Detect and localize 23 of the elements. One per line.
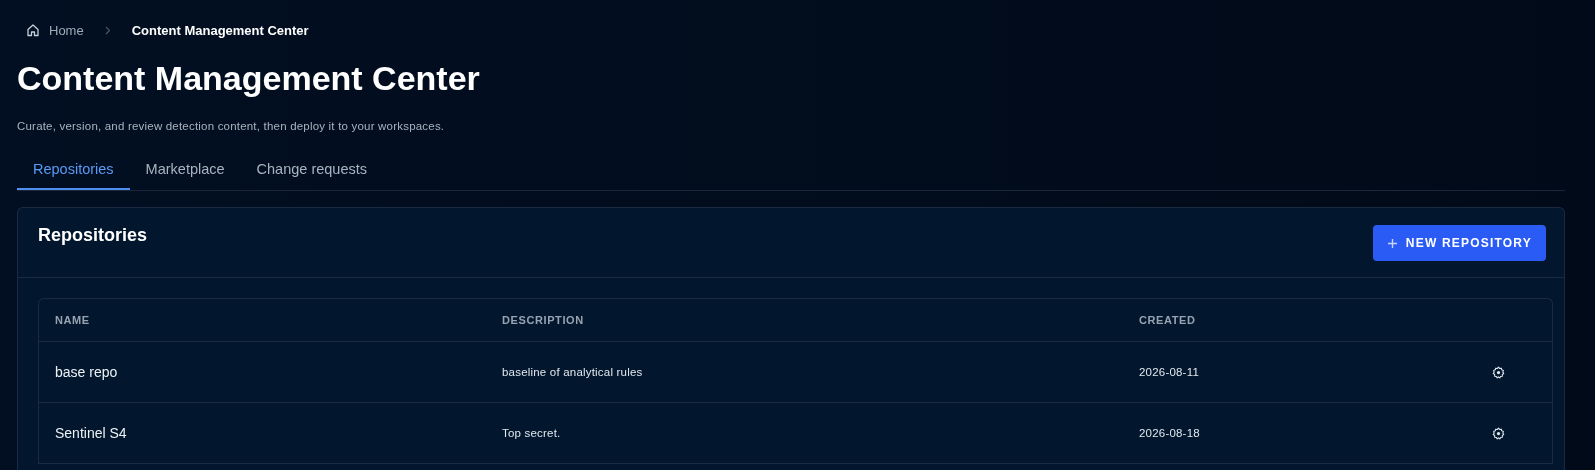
tab[interactable]: Change requests (240, 152, 383, 190)
page-subtitle: Curate, version, and review detection content, then deploy it to your workspaces. (17, 120, 446, 132)
column-header: DESCRIPTION (502, 314, 585, 326)
table-cell-text: base repo (55, 364, 119, 380)
breadcrumb-link[interactable]: Home (49, 22, 84, 38)
settings-icon[interactable] (1492, 426, 1505, 440)
chevron-icon (104, 25, 111, 35)
tab[interactable]: Marketplace (129, 152, 241, 190)
table-cell-text: baseline of analytical rules (502, 366, 644, 378)
table-cell-text: Top secret. (502, 427, 562, 439)
page-title: Content Management Center (17, 58, 481, 99)
card-title: Repositories (38, 225, 148, 246)
table-cell-text: 2026-08-11 (1139, 366, 1200, 378)
table-cell-text: 2026-08-18 (1139, 427, 1201, 439)
plus-icon (1387, 238, 1397, 248)
home-icon[interactable] (26, 23, 40, 37)
new-repository-button[interactable]: NEW REPOSITORY (1372, 225, 1546, 261)
tab[interactable]: Repositories (17, 152, 130, 190)
settings-icon[interactable] (1492, 365, 1505, 379)
breadcrumb-current[interactable]: Content Management Center (131, 22, 309, 38)
table-cell-text: Sentinel S4 (55, 425, 128, 441)
column-header: CREATED (1139, 314, 1197, 326)
column-header: NAME (55, 314, 91, 326)
